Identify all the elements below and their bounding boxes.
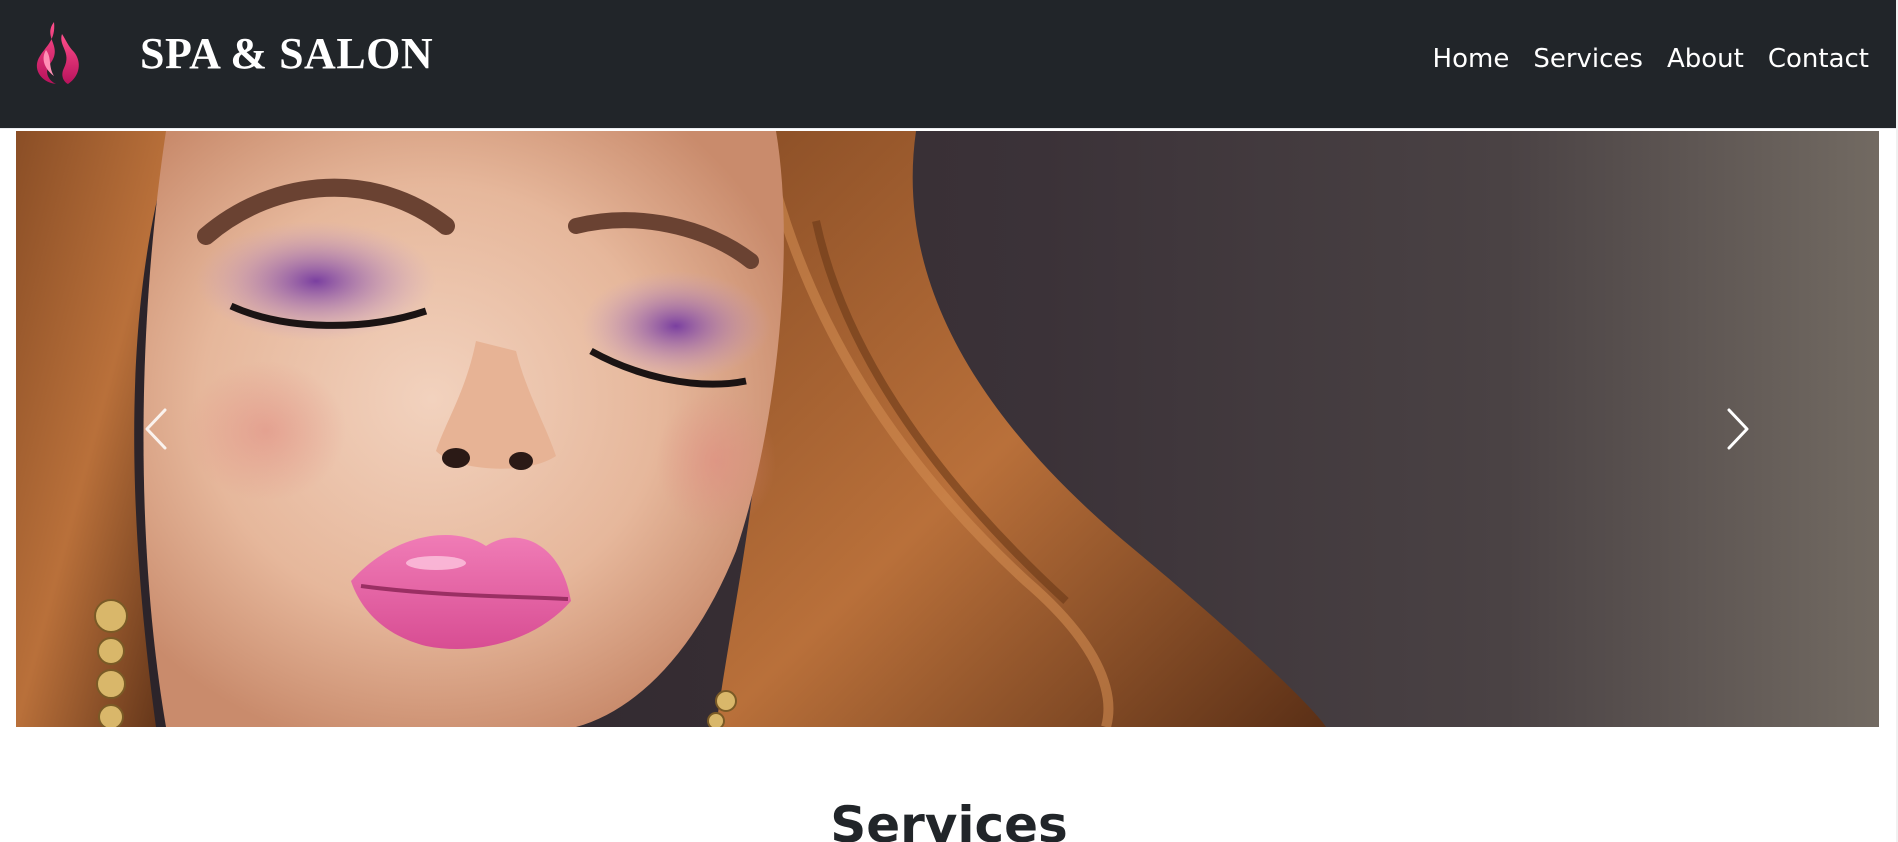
nav-link-services[interactable]: Services	[1533, 44, 1643, 74]
nav-item-about: About	[1667, 44, 1744, 74]
carousel-prev-button[interactable]	[96, 369, 216, 489]
brand-link[interactable]: SPA & SALON	[26, 18, 433, 88]
nav-link-contact[interactable]: Contact	[1768, 44, 1869, 74]
nav-item-contact: Contact	[1768, 44, 1869, 74]
chevron-left-icon	[145, 408, 167, 450]
services-heading: Services	[830, 796, 1068, 842]
nav-link-home[interactable]: Home	[1433, 44, 1510, 74]
nav-item-services: Services	[1533, 44, 1643, 74]
main-nav: Home Services About Contact	[1409, 44, 1869, 74]
hero-image	[16, 131, 1879, 727]
brand-name: SPA & SALON	[140, 28, 434, 78]
flame-logo-icon	[36, 22, 79, 84]
navbar: SPA & SALON Home Services About Contact	[0, 0, 1896, 129]
nav-item-home: Home	[1433, 44, 1510, 74]
hero-carousel	[16, 131, 1879, 727]
chevron-right-icon	[1727, 408, 1749, 450]
carousel-next-button[interactable]	[1678, 369, 1798, 489]
nav-link-about[interactable]: About	[1667, 44, 1744, 74]
